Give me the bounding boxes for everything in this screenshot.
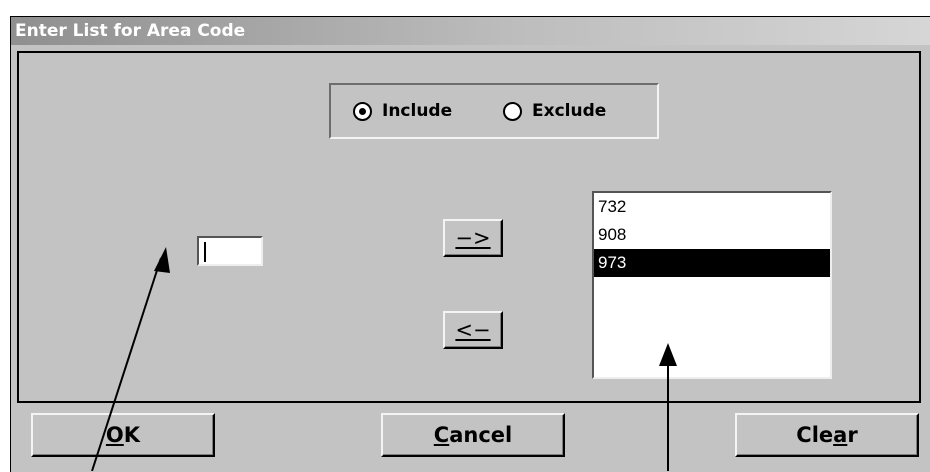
- exclude-radio-circle[interactable]: [503, 101, 522, 121]
- ok-label-rest: K: [123, 423, 141, 447]
- list-item[interactable]: 732: [594, 193, 830, 221]
- add-to-list-button[interactable]: −>: [443, 219, 503, 257]
- clear-mnemonic: a: [833, 423, 848, 447]
- text-caret: [204, 242, 206, 262]
- left-arrow-icon: <−: [455, 318, 491, 342]
- clear-label-prefix: Cle: [796, 423, 834, 447]
- cancel-label-rest: ancel: [449, 423, 513, 447]
- clear-label-suffix: r: [847, 423, 858, 447]
- remove-from-list-button[interactable]: <−: [443, 311, 503, 349]
- cancel-mnemonic: C: [433, 423, 450, 447]
- include-exclude-group: Include Exclude: [329, 83, 659, 139]
- ok-button[interactable]: OK: [31, 413, 215, 457]
- include-radio[interactable]: Include: [353, 97, 452, 125]
- include-radio-circle[interactable]: [353, 101, 372, 121]
- radio-selected-dot: [359, 107, 366, 115]
- cancel-button[interactable]: Cancel: [381, 413, 565, 457]
- exclude-radio[interactable]: Exclude: [503, 97, 606, 125]
- list-item-selected[interactable]: 973: [594, 249, 830, 277]
- ok-mnemonic: O: [105, 423, 124, 447]
- content-panel: Include Exclude −> <− 732 908 973: [17, 51, 921, 403]
- dialog-window: Enter List for Area Code Include Exclude…: [10, 16, 930, 472]
- include-label: Include: [382, 101, 453, 121]
- area-code-list[interactable]: 732 908 973: [592, 191, 832, 379]
- area-code-input[interactable]: [197, 236, 263, 266]
- title-bar: Enter List for Area Code: [11, 17, 930, 45]
- list-item[interactable]: 908: [594, 221, 830, 249]
- right-arrow-icon: −>: [455, 226, 491, 250]
- exclude-label: Exclude: [532, 101, 607, 121]
- clear-button[interactable]: Cle a r: [735, 413, 919, 457]
